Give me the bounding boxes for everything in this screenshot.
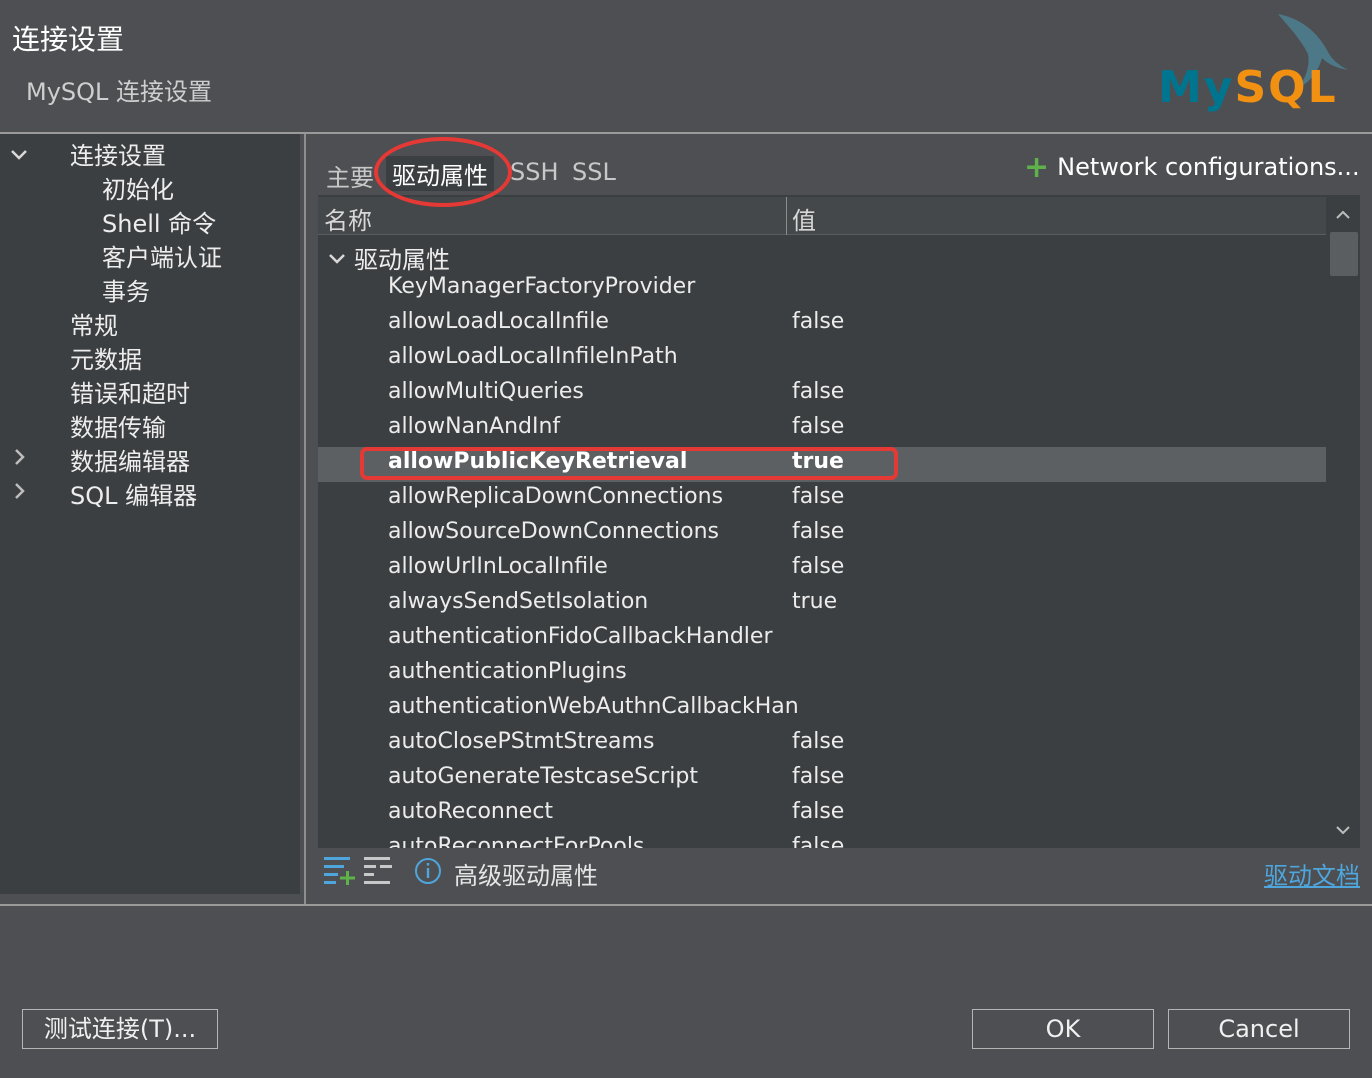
property-value[interactable]: false bbox=[792, 309, 844, 334]
column-resize-handle[interactable] bbox=[786, 197, 787, 235]
test-connection-button[interactable]: 测试连接(T)... bbox=[22, 1009, 218, 1049]
logo-text-sql: SQL bbox=[1234, 62, 1338, 113]
property-name: allowLoadLocalInfile bbox=[388, 309, 609, 334]
property-value[interactable]: false bbox=[792, 484, 844, 509]
remove-property-icon[interactable] bbox=[362, 854, 396, 886]
cancel-button[interactable]: Cancel bbox=[1168, 1009, 1350, 1049]
table-row[interactable]: authenticationFidoCallbackHandler bbox=[318, 622, 1326, 657]
tab-main[interactable]: 主要 bbox=[326, 158, 374, 193]
column-header-name[interactable]: 名称 bbox=[324, 201, 372, 236]
property-name: allowNanAndInf bbox=[388, 414, 561, 439]
property-value[interactable]: true bbox=[792, 589, 837, 614]
sidebar-item-transactions[interactable]: 事务 bbox=[102, 272, 150, 307]
panel-divider bbox=[304, 134, 306, 906]
sidebar-item-metadata[interactable]: 元数据 bbox=[70, 340, 142, 375]
network-configurations-label: Network configurations... bbox=[1057, 153, 1360, 181]
dialog-header: 连接设置 MySQL 连接设置 MySQL bbox=[0, 0, 1372, 132]
property-value[interactable]: false bbox=[792, 414, 844, 439]
table-row[interactable]: autoReconnectForPools false bbox=[318, 832, 1326, 848]
vertical-scrollbar[interactable] bbox=[1326, 197, 1360, 848]
property-name: autoGenerateTestcaseScript bbox=[388, 764, 698, 789]
table-row[interactable]: allowUrlInLocalInfile false bbox=[318, 552, 1326, 587]
add-property-icon[interactable] bbox=[322, 854, 356, 886]
sidebar-item-client-auth[interactable]: 客户端认证 bbox=[102, 238, 222, 273]
tree-group-label: 驱动属性 bbox=[354, 246, 450, 274]
table-header bbox=[318, 197, 1326, 235]
property-name: allowUrlInLocalInfile bbox=[388, 554, 608, 579]
table-row[interactable]: allowLoadLocalInfile false bbox=[318, 307, 1326, 342]
table-row[interactable]: allowLoadLocalInfileInPath bbox=[318, 342, 1326, 377]
tree-group-driver-properties[interactable]: 驱动属性 bbox=[328, 240, 450, 275]
tab-ssh[interactable]: SSH bbox=[510, 158, 559, 186]
driver-docs-link[interactable]: 驱动文档 bbox=[1264, 856, 1360, 891]
property-name: autoReconnect bbox=[388, 799, 554, 824]
table-row[interactable]: autoClosePStmtStreams false bbox=[318, 727, 1326, 762]
table-row[interactable]: authenticationWebAuthnCallbackHan bbox=[318, 692, 1326, 727]
scrollbar-thumb[interactable] bbox=[1330, 232, 1358, 276]
table-row[interactable]: autoReconnect false bbox=[318, 797, 1326, 832]
chevron-right-icon[interactable] bbox=[10, 482, 28, 500]
mysql-logo: MySQL bbox=[1150, 8, 1360, 118]
table-row[interactable]: allowPublicKeyRetrieval true bbox=[318, 447, 1326, 482]
sidebar-item-init[interactable]: 初始化 bbox=[102, 170, 174, 205]
property-value[interactable]: false bbox=[792, 729, 844, 754]
network-configurations-button[interactable]: + Network configurations... bbox=[1024, 150, 1360, 185]
property-value[interactable]: false bbox=[792, 764, 844, 789]
sidebar-item-shell-commands[interactable]: Shell 命令 bbox=[102, 204, 216, 239]
properties-tree: 驱动属性 KeyManagerFactoryProvider allowLoadL… bbox=[318, 236, 1326, 848]
property-name: allowReplicaDownConnections bbox=[388, 484, 724, 509]
property-value[interactable]: false bbox=[792, 379, 844, 404]
property-value[interactable]: false bbox=[792, 799, 844, 824]
table-row[interactable]: KeyManagerFactoryProvider bbox=[318, 272, 1326, 307]
table-row[interactable]: allowNanAndInf false bbox=[318, 412, 1326, 447]
property-name: authenticationWebAuthnCallbackHan bbox=[388, 694, 799, 719]
chevron-up-icon[interactable] bbox=[1326, 197, 1360, 231]
dialog-subtitle: MySQL 连接设置 bbox=[26, 78, 213, 106]
table-row[interactable]: authenticationPlugins bbox=[318, 657, 1326, 692]
table-row[interactable]: alwaysSendSetIsolation true bbox=[318, 587, 1326, 622]
plus-icon: + bbox=[1024, 150, 1050, 185]
table-row[interactable]: autoGenerateTestcaseScript false bbox=[318, 762, 1326, 797]
tab-driver-properties[interactable]: 驱动属性 bbox=[386, 156, 494, 191]
advanced-driver-properties-label: 高级驱动属性 bbox=[454, 862, 598, 890]
table-row[interactable]: allowSourceDownConnections false bbox=[318, 517, 1326, 552]
sidebar-item-data-transfer[interactable]: 数据传输 bbox=[70, 408, 166, 443]
property-value[interactable]: false bbox=[792, 834, 844, 848]
table-row[interactable]: allowReplicaDownConnections false bbox=[318, 482, 1326, 517]
property-value[interactable]: false bbox=[792, 519, 844, 544]
logo-text-my: My bbox=[1158, 62, 1235, 113]
chevron-down-icon[interactable] bbox=[1326, 814, 1360, 848]
property-name: alwaysSendSetIsolation bbox=[388, 589, 649, 614]
property-name: authenticationFidoCallbackHandler bbox=[388, 624, 773, 649]
sidebar-item-errors-timeouts[interactable]: 错误和超时 bbox=[70, 374, 190, 409]
property-name: allowLoadLocalInfileInPath bbox=[388, 344, 678, 369]
sidebar-item-data-editor[interactable]: 数据编辑器 bbox=[70, 442, 190, 477]
property-name: authenticationPlugins bbox=[388, 659, 627, 684]
tab-ssl[interactable]: SSL bbox=[572, 158, 616, 186]
column-header-value[interactable]: 值 bbox=[792, 201, 816, 236]
sidebar-item-connection-settings[interactable]: 连接设置 bbox=[70, 136, 166, 171]
sidebar-item-sql-editor[interactable]: SQL 编辑器 bbox=[70, 476, 197, 511]
property-value[interactable]: false bbox=[792, 554, 844, 579]
property-name: allowSourceDownConnections bbox=[388, 519, 719, 544]
property-name: autoClosePStmtStreams bbox=[388, 729, 655, 754]
ok-button[interactable]: OK bbox=[972, 1009, 1154, 1049]
table-row[interactable]: allowMultiQueries false bbox=[318, 377, 1326, 412]
sidebar-item-general[interactable]: 常规 bbox=[70, 306, 118, 341]
settings-sidebar: 连接设置 初始化 Shell 命令 客户端认证 事务 常规 元数据 错误和超时 … bbox=[0, 134, 300, 894]
footer-divider bbox=[0, 904, 1372, 906]
dialog-title: 连接设置 bbox=[12, 23, 125, 56]
property-name: allowMultiQueries bbox=[388, 379, 584, 404]
mysql-logo-text: MySQL bbox=[1158, 62, 1338, 113]
property-name: KeyManagerFactoryProvider bbox=[388, 274, 696, 299]
chevron-down-icon[interactable] bbox=[328, 252, 346, 266]
info-icon bbox=[415, 858, 441, 884]
chevron-right-icon[interactable] bbox=[10, 448, 28, 466]
property-value[interactable]: true bbox=[792, 449, 844, 474]
property-name: allowPublicKeyRetrieval bbox=[388, 449, 688, 474]
chevron-down-icon[interactable] bbox=[10, 146, 28, 164]
property-name: autoReconnectForPools bbox=[388, 834, 645, 848]
